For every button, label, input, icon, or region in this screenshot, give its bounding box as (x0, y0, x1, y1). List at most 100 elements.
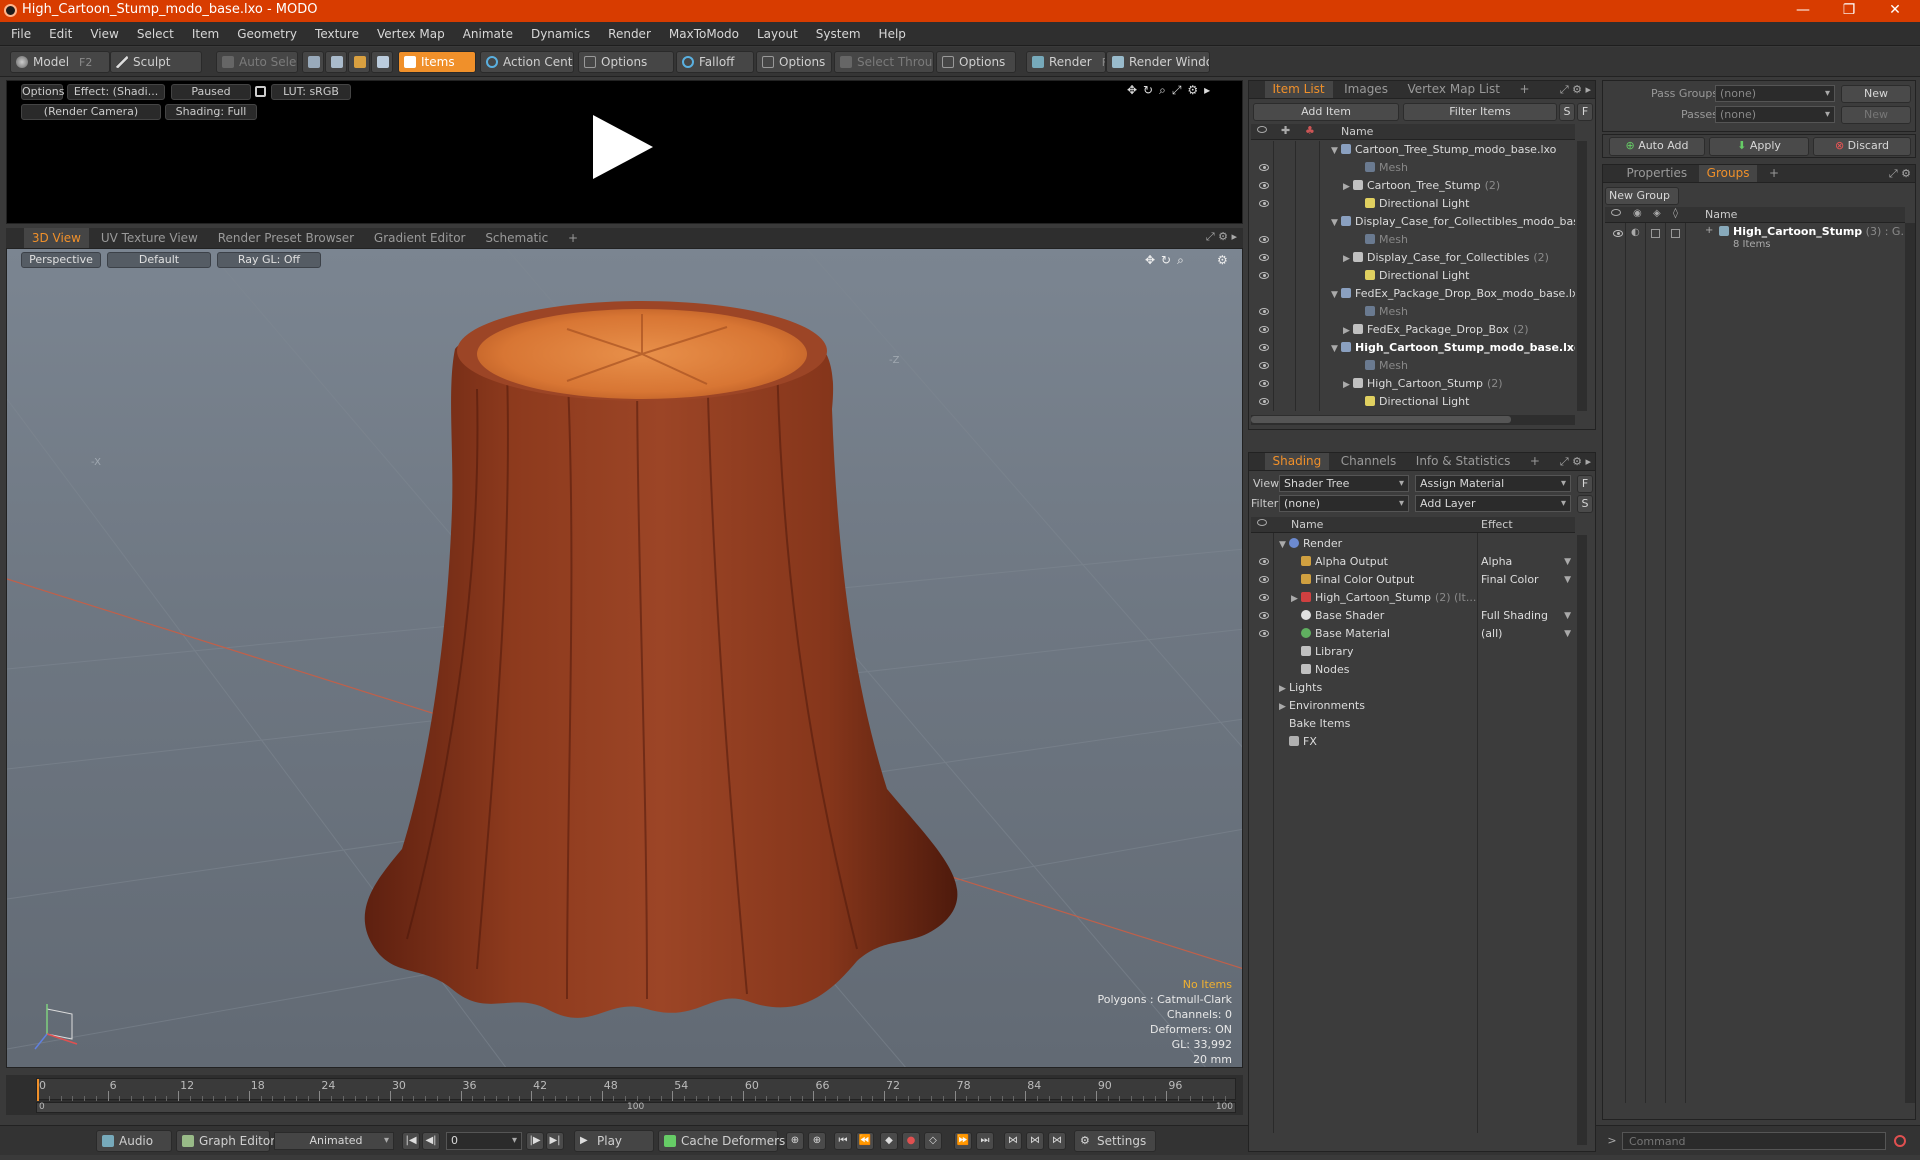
pass-groups-dropdown[interactable]: (none) (1715, 85, 1835, 102)
eye-icon[interactable] (1259, 612, 1269, 619)
graph-editor-button[interactable]: Graph Editor (176, 1130, 275, 1152)
menu-system[interactable]: System (807, 22, 870, 46)
menu-view[interactable]: View (81, 22, 127, 46)
effect-dropdown[interactable]: (all) ▼ (1481, 625, 1573, 643)
shader-tree-row[interactable]: FX (1251, 733, 1575, 751)
expand-arrow-icon[interactable]: ▶ (1291, 590, 1301, 608)
item-list-row[interactable]: Directional Light (1251, 393, 1575, 411)
shader-tree-row[interactable]: Base Material (all) ▼ (1251, 625, 1575, 643)
groups-scrollbar[interactable] (1905, 223, 1915, 1103)
eye-icon[interactable] (1259, 272, 1269, 279)
command-input[interactable] (1622, 1132, 1886, 1150)
falloff-options-button[interactable]: Options (756, 51, 832, 73)
viewport-nav-icons[interactable]: ✥↻⌕ (1145, 253, 1190, 268)
panel-controls-icon[interactable]: ⤢ ⚙ ▸ (1560, 453, 1591, 470)
item-list-row[interactable]: ▶ High_Cartoon_Stump (2) (1251, 375, 1575, 393)
item-list-row[interactable]: ▶ Cartoon_Tree_Stump (2) (1251, 177, 1575, 195)
eye-icon[interactable] (1259, 558, 1269, 565)
shader-tree-row[interactable]: Library (1251, 643, 1575, 661)
eye-icon[interactable] (1259, 200, 1269, 207)
eye-icon[interactable] (1613, 230, 1623, 237)
key-tool-4-button[interactable]: ⋈ (1026, 1132, 1044, 1150)
apply-button[interactable]: ⬇ Apply (1709, 137, 1809, 156)
add-tab-button[interactable]: + (560, 228, 586, 248)
expand-arrow-icon[interactable]: ▶ (1343, 178, 1353, 196)
panel-controls-icon[interactable]: ⤢ ⚙ (1889, 165, 1911, 182)
default-style-dropdown[interactable]: Default (107, 252, 211, 268)
menu-layout[interactable]: Layout (748, 22, 807, 46)
expand-icon[interactable]: + (1705, 225, 1713, 236)
record-button[interactable]: ● (902, 1132, 920, 1150)
item-list-row[interactable]: Mesh (1251, 231, 1575, 249)
viewport-tab-controls-icon[interactable]: ⤢ ⚙ ▸ (1206, 230, 1237, 244)
key-tool-2-button[interactable]: ⊕ (808, 1132, 826, 1150)
key-tool-3-button[interactable]: ⋈ (1004, 1132, 1022, 1150)
effect-dropdown[interactable]: Alpha ▼ (1481, 553, 1573, 571)
item-list-row[interactable]: Mesh (1251, 357, 1575, 375)
new-pass-button[interactable]: New (1841, 106, 1911, 124)
polygons-mode-button[interactable] (348, 51, 370, 73)
menu-animate[interactable]: Animate (454, 22, 522, 46)
last-frame-button[interactable]: ▶| (546, 1132, 564, 1150)
hscroll-thumb[interactable] (1251, 416, 1511, 423)
eye-icon[interactable] (1259, 630, 1269, 637)
render-button[interactable]: RenderF9 (1026, 51, 1106, 73)
timeline[interactable]: 0 6 12 18 24 30 36 42 48 54 60 66 72 78 84 90 96 0 100 1… (6, 1075, 1243, 1115)
expand-arrow-icon[interactable]: ▼ (1331, 142, 1341, 160)
render-window-button[interactable]: Render Window (1106, 51, 1210, 73)
eye-icon[interactable] (1259, 362, 1269, 369)
menu-item[interactable]: Item (183, 22, 228, 46)
render-toggle-icon[interactable]: ◐ (1631, 227, 1640, 238)
next-frame-button[interactable]: |▶ (526, 1132, 544, 1150)
eye-icon[interactable] (1259, 326, 1269, 333)
eye-icon[interactable] (1259, 594, 1269, 601)
lut-dropdown[interactable]: LUT: sRGB (271, 84, 351, 100)
passes-dropdown[interactable]: (none) (1715, 106, 1835, 123)
filter-dropdown[interactable]: (none) (1279, 495, 1409, 512)
select-through-button[interactable]: Select Through (834, 51, 934, 73)
shading-f-button[interactable]: F (1577, 475, 1593, 493)
tab-render-preset-browser[interactable]: Render Preset Browser (210, 228, 362, 248)
shader-tree-row[interactable]: Final Color Output Final Color ▼ (1251, 571, 1575, 589)
sculpt-mode-button[interactable]: Sculpt (110, 51, 202, 73)
item-list-row[interactable]: ▶ Display_Case_for_Collectibles (2) (1251, 249, 1575, 267)
auto-add-button[interactable]: ⊕ Auto Add (1609, 137, 1705, 156)
vertices-mode-button[interactable] (302, 51, 324, 73)
key-next-button[interactable]: ⏩ (954, 1132, 972, 1150)
menu-texture[interactable]: Texture (306, 22, 368, 46)
group-row[interactable]: ◐ + High_Cartoon_Stump (3) : G... 8 Item… (1605, 225, 1911, 255)
play-icon[interactable] (593, 115, 653, 179)
expand-arrow-icon[interactable]: ▼ (1331, 340, 1341, 358)
effect-dropdown[interactable]: Full Shading ▼ (1481, 607, 1573, 625)
panel-controls-icon[interactable]: ⤢ ⚙ ▸ (1560, 81, 1591, 98)
key-prev-button[interactable]: ⏪ (856, 1132, 874, 1150)
shader-tree-scrollbar[interactable] (1577, 535, 1587, 1145)
new-group-button[interactable]: New Group (1605, 187, 1679, 205)
add-layer-dropdown[interactable]: Add Layer (1415, 495, 1571, 512)
shader-tree-row[interactable]: Base Shader Full Shading ▼ (1251, 607, 1575, 625)
expand-arrow-icon[interactable]: ▼ (1331, 214, 1341, 232)
eye-icon[interactable] (1259, 398, 1269, 405)
expand-arrow-icon[interactable]: ▶ (1343, 250, 1353, 268)
tab-schematic[interactable]: Schematic (477, 228, 556, 248)
cache-deformers-button[interactable]: Cache Deformers (658, 1130, 785, 1152)
assign-material-dropdown[interactable]: Assign Material (1415, 475, 1571, 492)
timeline-playhead[interactable] (37, 1079, 39, 1101)
lock-checkbox[interactable] (1651, 229, 1660, 238)
expand-arrow-icon[interactable]: ▼ (1331, 286, 1341, 304)
edges-mode-button[interactable] (325, 51, 347, 73)
eye-icon[interactable] (1259, 164, 1269, 171)
key-tool-1-button[interactable]: ⊕ (786, 1132, 804, 1150)
view-dropdown[interactable]: Shader Tree (1279, 475, 1409, 492)
settings-button[interactable]: ⚙ Settings (1074, 1130, 1156, 1152)
tab-images[interactable]: Images (1336, 81, 1396, 98)
3d-viewport[interactable]: Perspective Default Ray GL: Off ✥↻⌕ ⚙ -Z… (6, 248, 1243, 1068)
viewport-settings-icon[interactable]: ⚙ (1217, 253, 1228, 267)
items-mode-button[interactable]: Items (398, 51, 476, 73)
filter-s-button[interactable]: S (1559, 103, 1575, 121)
eye-icon[interactable] (1259, 182, 1269, 189)
menu-vertex-map[interactable]: Vertex Map (368, 22, 454, 46)
expand-arrow-icon[interactable]: ▶ (1279, 680, 1289, 698)
shader-tree-row[interactable]: ▼ Render (1251, 535, 1575, 553)
timeline-ruler[interactable]: 0 6 12 18 24 30 36 42 48 54 60 66 72 78 84 90 96 (36, 1078, 1236, 1101)
